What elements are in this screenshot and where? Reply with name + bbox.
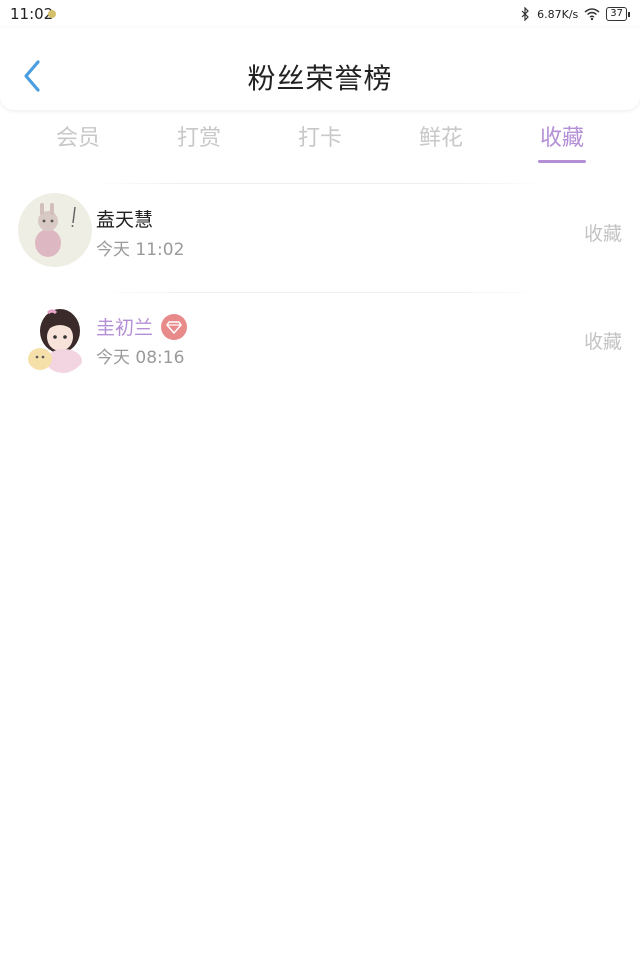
diamond-icon <box>161 313 188 340</box>
bluetooth-icon <box>521 7 529 21</box>
tab-favorites[interactable]: 收藏 <box>502 120 622 152</box>
avatar[interactable] <box>18 301 92 375</box>
fan-name-text: 圭初兰 <box>96 317 154 339</box>
tab-rewards[interactable]: 打赏 <box>139 120 259 152</box>
divider <box>96 183 544 184</box>
tab-checkin[interactable]: 打卡 <box>260 120 380 152</box>
page-title: 粉丝荣誉榜 <box>247 62 393 95</box>
battery-icon: 37 <box>606 7 630 21</box>
avatar[interactable] <box>18 193 92 267</box>
tab-bar: 会员 打赏 打卡 鲜花 收藏 <box>0 112 640 168</box>
status-bar: 11:02 6.87K/s 37 <box>0 0 640 28</box>
battery-level: 37 <box>606 7 627 21</box>
active-tab-indicator <box>538 160 586 163</box>
status-indicators: 6.87K/s 37 <box>519 5 630 23</box>
fan-name: 圭初兰 <box>96 313 188 340</box>
avatar-image <box>18 193 92 267</box>
notification-dot-icon <box>48 10 56 18</box>
wifi-icon <box>584 8 600 21</box>
list-item[interactable]: 盍天慧 今天 11:02 收藏 <box>0 185 640 293</box>
fan-name-text: 盍天慧 <box>96 209 154 231</box>
avatar-image <box>18 301 92 375</box>
fan-name: 盍天慧 <box>96 205 153 232</box>
app-header: 粉丝荣誉榜 <box>0 28 640 110</box>
status-time: 11:02 <box>10 5 54 23</box>
fan-time: 今天 08:16 <box>96 348 185 368</box>
list-item[interactable]: 圭初兰 今天 08:16 收藏 <box>0 293 640 401</box>
tab-flowers[interactable]: 鲜花 <box>381 120 501 152</box>
action-label: 收藏 <box>583 331 622 353</box>
network-speed: 6.87K/s <box>537 7 579 21</box>
action-label: 收藏 <box>583 223 622 245</box>
tab-members[interactable]: 会员 <box>18 120 138 152</box>
fan-time: 今天 11:02 <box>96 240 185 260</box>
